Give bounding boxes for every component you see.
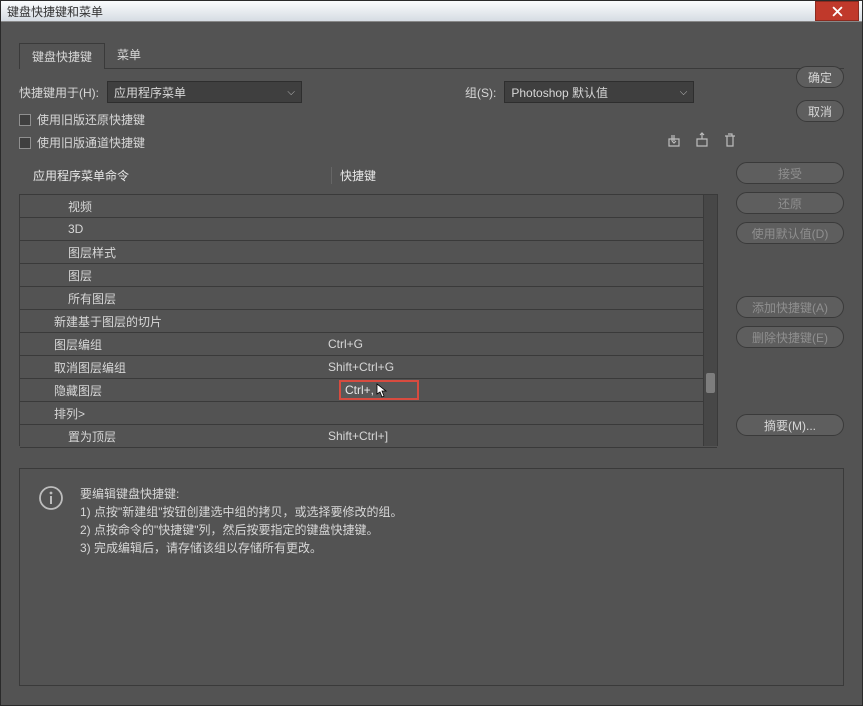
column-command: 应用程序菜单命令 xyxy=(31,167,331,184)
shortcuts-for-value: 应用程序菜单 xyxy=(114,84,186,101)
table-row[interactable]: 视频 xyxy=(20,195,717,218)
close-button[interactable] xyxy=(815,1,859,21)
column-shortcut: 快捷键 xyxy=(331,167,714,184)
shortcut-cell[interactable]: Shift+Ctrl+G xyxy=(320,360,717,374)
summary-button[interactable]: 摘要(M)... xyxy=(736,414,844,436)
shortcut-cell[interactable]: Shift+Ctrl+] xyxy=(320,429,717,443)
table-row[interactable]: 置为顶层Shift+Ctrl+] xyxy=(20,425,717,448)
command-cell: 所有图层 xyxy=(20,290,320,307)
undo-button[interactable]: 还原 xyxy=(736,192,844,214)
close-icon xyxy=(832,6,843,17)
cursor-icon xyxy=(376,383,390,402)
titlebar: 键盘快捷键和菜单 xyxy=(1,1,862,22)
accept-button[interactable]: 接受 xyxy=(736,162,844,184)
table-row[interactable]: 排列> xyxy=(20,402,717,425)
table-row[interactable]: 新建基于图层的切片 xyxy=(20,310,717,333)
info-icon xyxy=(38,485,64,511)
use-old-channel-checkbox[interactable] xyxy=(19,137,31,149)
toolbar-icons xyxy=(666,132,738,148)
tab-menus[interactable]: 菜单 xyxy=(105,42,153,68)
save-set-icon[interactable] xyxy=(666,132,682,148)
tab-keyboard-shortcuts[interactable]: 键盘快捷键 xyxy=(19,43,105,69)
scrollbar[interactable] xyxy=(703,195,717,446)
dialog-content: 确定 取消 键盘快捷键 菜单 快捷键用于(H): 应用程序菜单 ⌵ 组(S): … xyxy=(1,22,862,706)
group-label: 组(S): xyxy=(465,84,496,101)
use-old-restore-label: 使用旧版还原快捷键 xyxy=(37,111,145,128)
ok-button[interactable]: 确定 xyxy=(796,66,844,88)
tabs: 键盘快捷键 菜单 xyxy=(19,42,844,69)
shortcut-cell[interactable]: Ctrl+G xyxy=(320,337,717,351)
window-title: 键盘快捷键和菜单 xyxy=(7,3,103,20)
shortcuts-for-select[interactable]: 应用程序菜单 ⌵ xyxy=(107,81,302,103)
command-cell: 图层编组 xyxy=(20,336,320,353)
table-row[interactable]: 图层编组Ctrl+G xyxy=(20,333,717,356)
new-set-icon[interactable] xyxy=(694,132,710,148)
command-cell: 图层 xyxy=(20,267,320,284)
group-select[interactable]: Photoshop 默认值 ⌵ xyxy=(504,81,694,103)
table-row[interactable]: 图层样式 xyxy=(20,241,717,264)
info-line-1: 1) 点按"新建组"按钮创建选中组的拷贝，或选择要修改的组。 xyxy=(80,503,403,521)
info-line-3: 3) 完成编辑后，请存储该组以存储所有更改。 xyxy=(80,539,403,557)
dialog-window: 键盘快捷键和菜单 确定 取消 键盘快捷键 菜单 快捷键用于(H): 应用程序菜单… xyxy=(0,0,863,706)
chevron-down-icon: ⌵ xyxy=(287,87,295,98)
info-line-2: 2) 点按命令的"快捷键"列，然后按要指定的键盘快捷键。 xyxy=(80,521,403,539)
scrollbar-thumb[interactable] xyxy=(706,373,715,393)
command-cell: 隐藏图层 xyxy=(20,382,320,399)
command-cell: 新建基于图层的切片 xyxy=(20,313,320,330)
use-old-channel-label: 使用旧版通道快捷键 xyxy=(37,134,145,151)
table-row[interactable]: 图层 xyxy=(20,264,717,287)
command-cell: 置为顶层 xyxy=(20,428,320,445)
use-default-button[interactable]: 使用默认值(D) xyxy=(736,222,844,244)
shortcuts-for-label: 快捷键用于(H): xyxy=(19,84,99,101)
cancel-button[interactable]: 取消 xyxy=(796,100,844,122)
delete-set-icon[interactable] xyxy=(722,132,738,148)
info-title: 要编辑键盘快捷键: xyxy=(80,485,403,503)
command-cell: 3D xyxy=(20,222,320,236)
table-row[interactable]: 取消图层编组Shift+Ctrl+G xyxy=(20,356,717,379)
info-panel: 要编辑键盘快捷键: 1) 点按"新建组"按钮创建选中组的拷贝，或选择要修改的组。… xyxy=(19,468,844,686)
table-row[interactable]: 3D xyxy=(20,218,717,241)
add-shortcut-button[interactable]: 添加快捷键(A) xyxy=(736,296,844,318)
group-value: Photoshop 默认值 xyxy=(511,84,608,101)
delete-shortcut-button[interactable]: 删除快捷键(E) xyxy=(736,326,844,348)
command-cell: 图层样式 xyxy=(20,244,320,261)
command-cell: 视频 xyxy=(20,198,320,215)
chevron-down-icon: ⌵ xyxy=(680,87,688,98)
shortcuts-list: 应用程序菜单命令 快捷键 视频3D图层样式图层所有图层新建基于图层的切片图层编组… xyxy=(19,159,718,446)
use-old-restore-checkbox[interactable] xyxy=(19,114,31,126)
command-cell: 排列> xyxy=(20,405,320,422)
shortcut-edit-value: Ctrl+, xyxy=(345,383,374,397)
command-cell: 取消图层编组 xyxy=(20,359,320,376)
table-row[interactable]: 所有图层 xyxy=(20,287,717,310)
